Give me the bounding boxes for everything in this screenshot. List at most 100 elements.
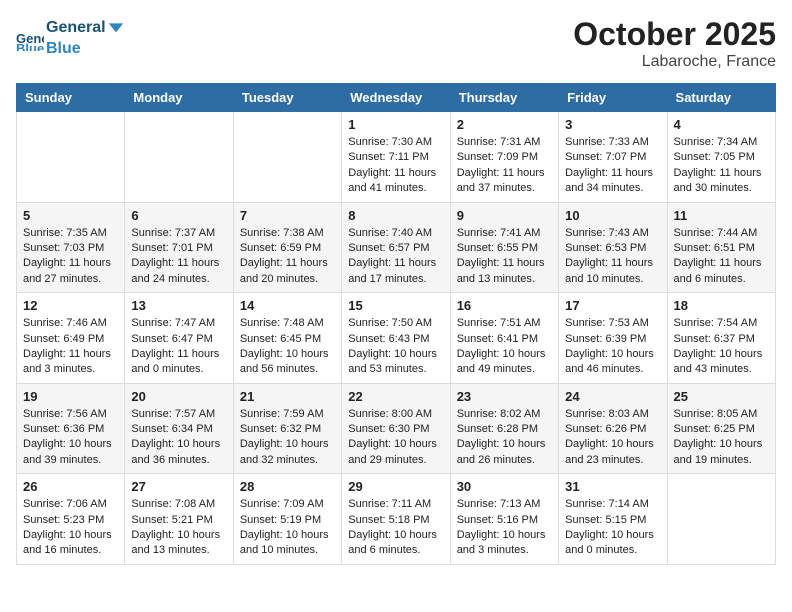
day-info: Sunrise: 7:13 AM Sunset: 5:16 PM Dayligh… bbox=[457, 497, 552, 559]
calendar-body: 1 Sunrise: 7:30 AM Sunset: 7:11 PM Daylig… bbox=[17, 112, 776, 565]
calendar-cell: 24 Sunrise: 8:03 AM Sunset: 6:26 PM Dayli… bbox=[559, 383, 667, 474]
day-number: 29 bbox=[348, 479, 443, 494]
day-info: Sunrise: 7:40 AM Sunset: 6:57 PM Dayligh… bbox=[348, 226, 443, 288]
day-info: Sunrise: 7:11 AM Sunset: 5:18 PM Dayligh… bbox=[348, 497, 443, 559]
day-info: Sunrise: 8:03 AM Sunset: 6:26 PM Dayligh… bbox=[565, 407, 660, 469]
day-number: 3 bbox=[565, 117, 660, 132]
calendar-cell: 11 Sunrise: 7:44 AM Sunset: 6:51 PM Dayli… bbox=[667, 202, 775, 293]
calendar-cell: 25Sunrise: 8:05 AM Sunset: 6:25 PM Dayli… bbox=[667, 383, 775, 474]
calendar-cell: 3 Sunrise: 7:33 AM Sunset: 7:07 PM Daylig… bbox=[559, 112, 667, 203]
day-number: 19 bbox=[23, 389, 118, 404]
calendar-table: SundayMondayTuesdayWednesdayThursdayFrid… bbox=[16, 83, 776, 565]
day-info: Sunrise: 7:57 AM Sunset: 6:34 PM Dayligh… bbox=[131, 407, 226, 469]
day-number: 18 bbox=[674, 298, 769, 313]
day-info: Sunrise: 7:37 AM Sunset: 7:01 PM Dayligh… bbox=[131, 226, 226, 288]
day-number: 20 bbox=[131, 389, 226, 404]
day-number: 21 bbox=[240, 389, 335, 404]
day-info: Sunrise: 7:46 AM Sunset: 6:49 PM Dayligh… bbox=[23, 316, 118, 378]
calendar-cell bbox=[233, 112, 341, 203]
day-info: Sunrise: 7:33 AM Sunset: 7:07 PM Dayligh… bbox=[565, 135, 660, 197]
weekday-header-sunday: Sunday bbox=[17, 84, 125, 112]
calendar-cell: 30 Sunrise: 7:13 AM Sunset: 5:16 PM Dayli… bbox=[450, 474, 558, 565]
calendar-cell bbox=[667, 474, 775, 565]
day-info: Sunrise: 7:43 AM Sunset: 6:53 PM Dayligh… bbox=[565, 226, 660, 288]
day-number: 7 bbox=[240, 208, 335, 223]
day-number: 2 bbox=[457, 117, 552, 132]
day-number: 15 bbox=[348, 298, 443, 313]
calendar-week-1: 1 Sunrise: 7:30 AM Sunset: 7:11 PM Daylig… bbox=[17, 112, 776, 203]
day-info: Sunrise: 8:02 AM Sunset: 6:28 PM Dayligh… bbox=[457, 407, 552, 469]
calendar-cell: 19 Sunrise: 7:56 AM Sunset: 6:36 PM Dayli… bbox=[17, 383, 125, 474]
day-info: Sunrise: 7:59 AM Sunset: 6:32 PM Dayligh… bbox=[240, 407, 335, 469]
calendar-cell: 7 Sunrise: 7:38 AM Sunset: 6:59 PM Daylig… bbox=[233, 202, 341, 293]
weekday-header-friday: Friday bbox=[559, 84, 667, 112]
calendar-week-2: 5Sunrise: 7:35 AM Sunset: 7:03 PM Daylig… bbox=[17, 202, 776, 293]
day-number: 31 bbox=[565, 479, 660, 494]
day-number: 28 bbox=[240, 479, 335, 494]
day-number: 11 bbox=[674, 208, 769, 223]
day-number: 17 bbox=[565, 298, 660, 313]
day-info: Sunrise: 7:30 AM Sunset: 7:11 PM Dayligh… bbox=[348, 135, 443, 197]
calendar-cell: 9Sunrise: 7:41 AM Sunset: 6:55 PM Daylig… bbox=[450, 202, 558, 293]
calendar-cell: 27 Sunrise: 7:08 AM Sunset: 5:21 PM Dayli… bbox=[125, 474, 233, 565]
day-number: 13 bbox=[131, 298, 226, 313]
day-info: Sunrise: 7:09 AM Sunset: 5:19 PM Dayligh… bbox=[240, 497, 335, 559]
day-number: 16 bbox=[457, 298, 552, 313]
calendar-cell: 29 Sunrise: 7:11 AM Sunset: 5:18 PM Dayli… bbox=[342, 474, 450, 565]
logo-general: General bbox=[46, 19, 106, 36]
calendar-cell: 1 Sunrise: 7:30 AM Sunset: 7:11 PM Daylig… bbox=[342, 112, 450, 203]
day-number: 24 bbox=[565, 389, 660, 404]
weekday-header-saturday: Saturday bbox=[667, 84, 775, 112]
weekday-header-monday: Monday bbox=[125, 84, 233, 112]
day-info: Sunrise: 7:50 AM Sunset: 6:43 PM Dayligh… bbox=[348, 316, 443, 378]
day-number: 10 bbox=[565, 208, 660, 223]
day-info: Sunrise: 7:14 AM Sunset: 5:15 PM Dayligh… bbox=[565, 497, 660, 559]
day-number: 30 bbox=[457, 479, 552, 494]
day-number: 5 bbox=[23, 208, 118, 223]
calendar-cell: 26Sunrise: 7:06 AM Sunset: 5:23 PM Dayli… bbox=[17, 474, 125, 565]
location: Labaroche, France bbox=[573, 53, 776, 71]
day-number: 27 bbox=[131, 479, 226, 494]
day-info: Sunrise: 7:06 AM Sunset: 5:23 PM Dayligh… bbox=[23, 497, 118, 559]
calendar-cell: 22 Sunrise: 8:00 AM Sunset: 6:30 PM Dayli… bbox=[342, 383, 450, 474]
calendar-cell: 6 Sunrise: 7:37 AM Sunset: 7:01 PM Daylig… bbox=[125, 202, 233, 293]
logo: General Blue General Blue bbox=[16, 16, 126, 58]
calendar-week-3: 12 Sunrise: 7:46 AM Sunset: 6:49 PM Dayli… bbox=[17, 293, 776, 384]
day-number: 23 bbox=[457, 389, 552, 404]
day-number: 4 bbox=[674, 117, 769, 132]
day-info: Sunrise: 7:34 AM Sunset: 7:05 PM Dayligh… bbox=[674, 135, 769, 197]
day-number: 12 bbox=[23, 298, 118, 313]
day-info: Sunrise: 7:08 AM Sunset: 5:21 PM Dayligh… bbox=[131, 497, 226, 559]
title-block: October 2025 Labaroche, France bbox=[573, 16, 776, 71]
day-number: 1 bbox=[348, 117, 443, 132]
logo-arrow-icon bbox=[107, 18, 125, 36]
calendar-cell: 16 Sunrise: 7:51 AM Sunset: 6:41 PM Dayli… bbox=[450, 293, 558, 384]
day-info: Sunrise: 7:41 AM Sunset: 6:55 PM Dayligh… bbox=[457, 226, 552, 288]
day-info: Sunrise: 7:38 AM Sunset: 6:59 PM Dayligh… bbox=[240, 226, 335, 288]
day-info: Sunrise: 7:51 AM Sunset: 6:41 PM Dayligh… bbox=[457, 316, 552, 378]
calendar-cell: 17 Sunrise: 7:53 AM Sunset: 6:39 PM Dayli… bbox=[559, 293, 667, 384]
calendar-cell: 10 Sunrise: 7:43 AM Sunset: 6:53 PM Dayli… bbox=[559, 202, 667, 293]
svg-text:Blue: Blue bbox=[16, 41, 44, 51]
weekday-header-wednesday: Wednesday bbox=[342, 84, 450, 112]
weekday-header-row: SundayMondayTuesdayWednesdayThursdayFrid… bbox=[17, 84, 776, 112]
weekday-header-thursday: Thursday bbox=[450, 84, 558, 112]
calendar-cell: 18 Sunrise: 7:54 AM Sunset: 6:37 PM Dayli… bbox=[667, 293, 775, 384]
calendar-cell: 12 Sunrise: 7:46 AM Sunset: 6:49 PM Dayli… bbox=[17, 293, 125, 384]
day-info: Sunrise: 8:00 AM Sunset: 6:30 PM Dayligh… bbox=[348, 407, 443, 469]
day-number: 6 bbox=[131, 208, 226, 223]
calendar-cell: 28 Sunrise: 7:09 AM Sunset: 5:19 PM Dayli… bbox=[233, 474, 341, 565]
day-info: Sunrise: 7:53 AM Sunset: 6:39 PM Dayligh… bbox=[565, 316, 660, 378]
calendar-cell: 21 Sunrise: 7:59 AM Sunset: 6:32 PM Dayli… bbox=[233, 383, 341, 474]
day-info: Sunrise: 7:44 AM Sunset: 6:51 PM Dayligh… bbox=[674, 226, 769, 288]
calendar-cell bbox=[17, 112, 125, 203]
calendar-cell: 23 Sunrise: 8:02 AM Sunset: 6:28 PM Dayli… bbox=[450, 383, 558, 474]
calendar-week-4: 19 Sunrise: 7:56 AM Sunset: 6:36 PM Dayli… bbox=[17, 383, 776, 474]
calendar-cell: 8Sunrise: 7:40 AM Sunset: 6:57 PM Daylig… bbox=[342, 202, 450, 293]
calendar-cell: 4 Sunrise: 7:34 AM Sunset: 7:05 PM Daylig… bbox=[667, 112, 775, 203]
day-info: Sunrise: 7:54 AM Sunset: 6:37 PM Dayligh… bbox=[674, 316, 769, 378]
day-number: 22 bbox=[348, 389, 443, 404]
day-info: Sunrise: 7:56 AM Sunset: 6:36 PM Dayligh… bbox=[23, 407, 118, 469]
month-title: October 2025 bbox=[573, 16, 776, 53]
day-info: Sunrise: 7:48 AM Sunset: 6:45 PM Dayligh… bbox=[240, 316, 335, 378]
